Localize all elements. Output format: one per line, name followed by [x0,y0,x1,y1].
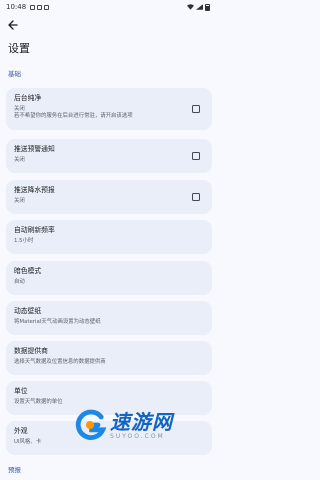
setting-title: 推送预警通知 [14,145,55,153]
battery-icon [205,3,210,11]
checkbox[interactable] [192,105,200,113]
setting-title: 单位 [14,387,28,395]
setting-desc: 关闭 [14,198,25,204]
setting-desc: 设置天气数据的单位 [14,399,63,405]
setting-dark-mode[interactable]: 暗色模式 自动 [6,261,212,295]
setting-title: 自动刷新频率 [14,226,55,234]
wifi-icon [187,4,194,10]
notification-icon [44,4,50,10]
setting-title: 外观 [14,427,28,435]
setting-background-clean[interactable]: 后台纯净 关闭 若不希望你的服务在后台进行常驻，请开启该选项 [6,88,212,130]
setting-desc: 1.5小时 [14,238,34,244]
status-time: 10:48 [6,3,27,11]
setting-push-precipitation[interactable]: 推送降水预报 关闭 [6,180,212,214]
status-bar: 10:48 [0,0,216,14]
checkbox[interactable] [192,193,200,201]
setting-units[interactable]: 单位 设置天气数据的单位 [6,381,212,415]
setting-title: 动态壁纸 [14,307,42,315]
arrow-left-icon [8,20,18,30]
setting-title: 推送降水预报 [14,186,55,194]
setting-title: 暗色模式 [14,267,42,275]
section-header-basic: 基础 [8,70,21,78]
setting-appearance[interactable]: 外观 UI风格、卡 [6,421,212,455]
setting-title: 后台纯净 [14,94,42,102]
setting-desc: 选择天气数据及位置信息的数据提供商 [14,359,106,365]
notification-icon [30,4,36,10]
setting-desc: 将Material天气动画设置为动态壁纸 [14,319,101,325]
setting-data-provider[interactable]: 数据提供商 选择天气数据及位置信息的数据提供商 [6,341,212,375]
setting-live-wallpaper[interactable]: 动态壁纸 将Material天气动画设置为动态壁纸 [6,301,212,335]
setting-desc: 自动 [14,279,25,285]
setting-desc: 关闭 若不希望你的服务在后台进行常驻，请开启该选项 [14,106,133,119]
section-header-forecast: 预报 [8,466,21,474]
back-button[interactable] [6,18,20,32]
page-title: 设置 [8,42,30,55]
top-app-bar [0,14,216,38]
signal-icon [196,4,203,10]
checkbox[interactable] [192,152,200,160]
setting-title: 数据提供商 [14,347,48,355]
status-icons [187,3,210,11]
setting-desc: 关闭 [14,157,25,163]
setting-desc: UI风格、卡 [14,439,42,445]
setting-refresh-rate[interactable]: 自动刷新频率 1.5小时 [6,220,212,254]
notification-icon [37,4,43,10]
setting-push-alert[interactable]: 推送预警通知 关闭 [6,139,212,173]
